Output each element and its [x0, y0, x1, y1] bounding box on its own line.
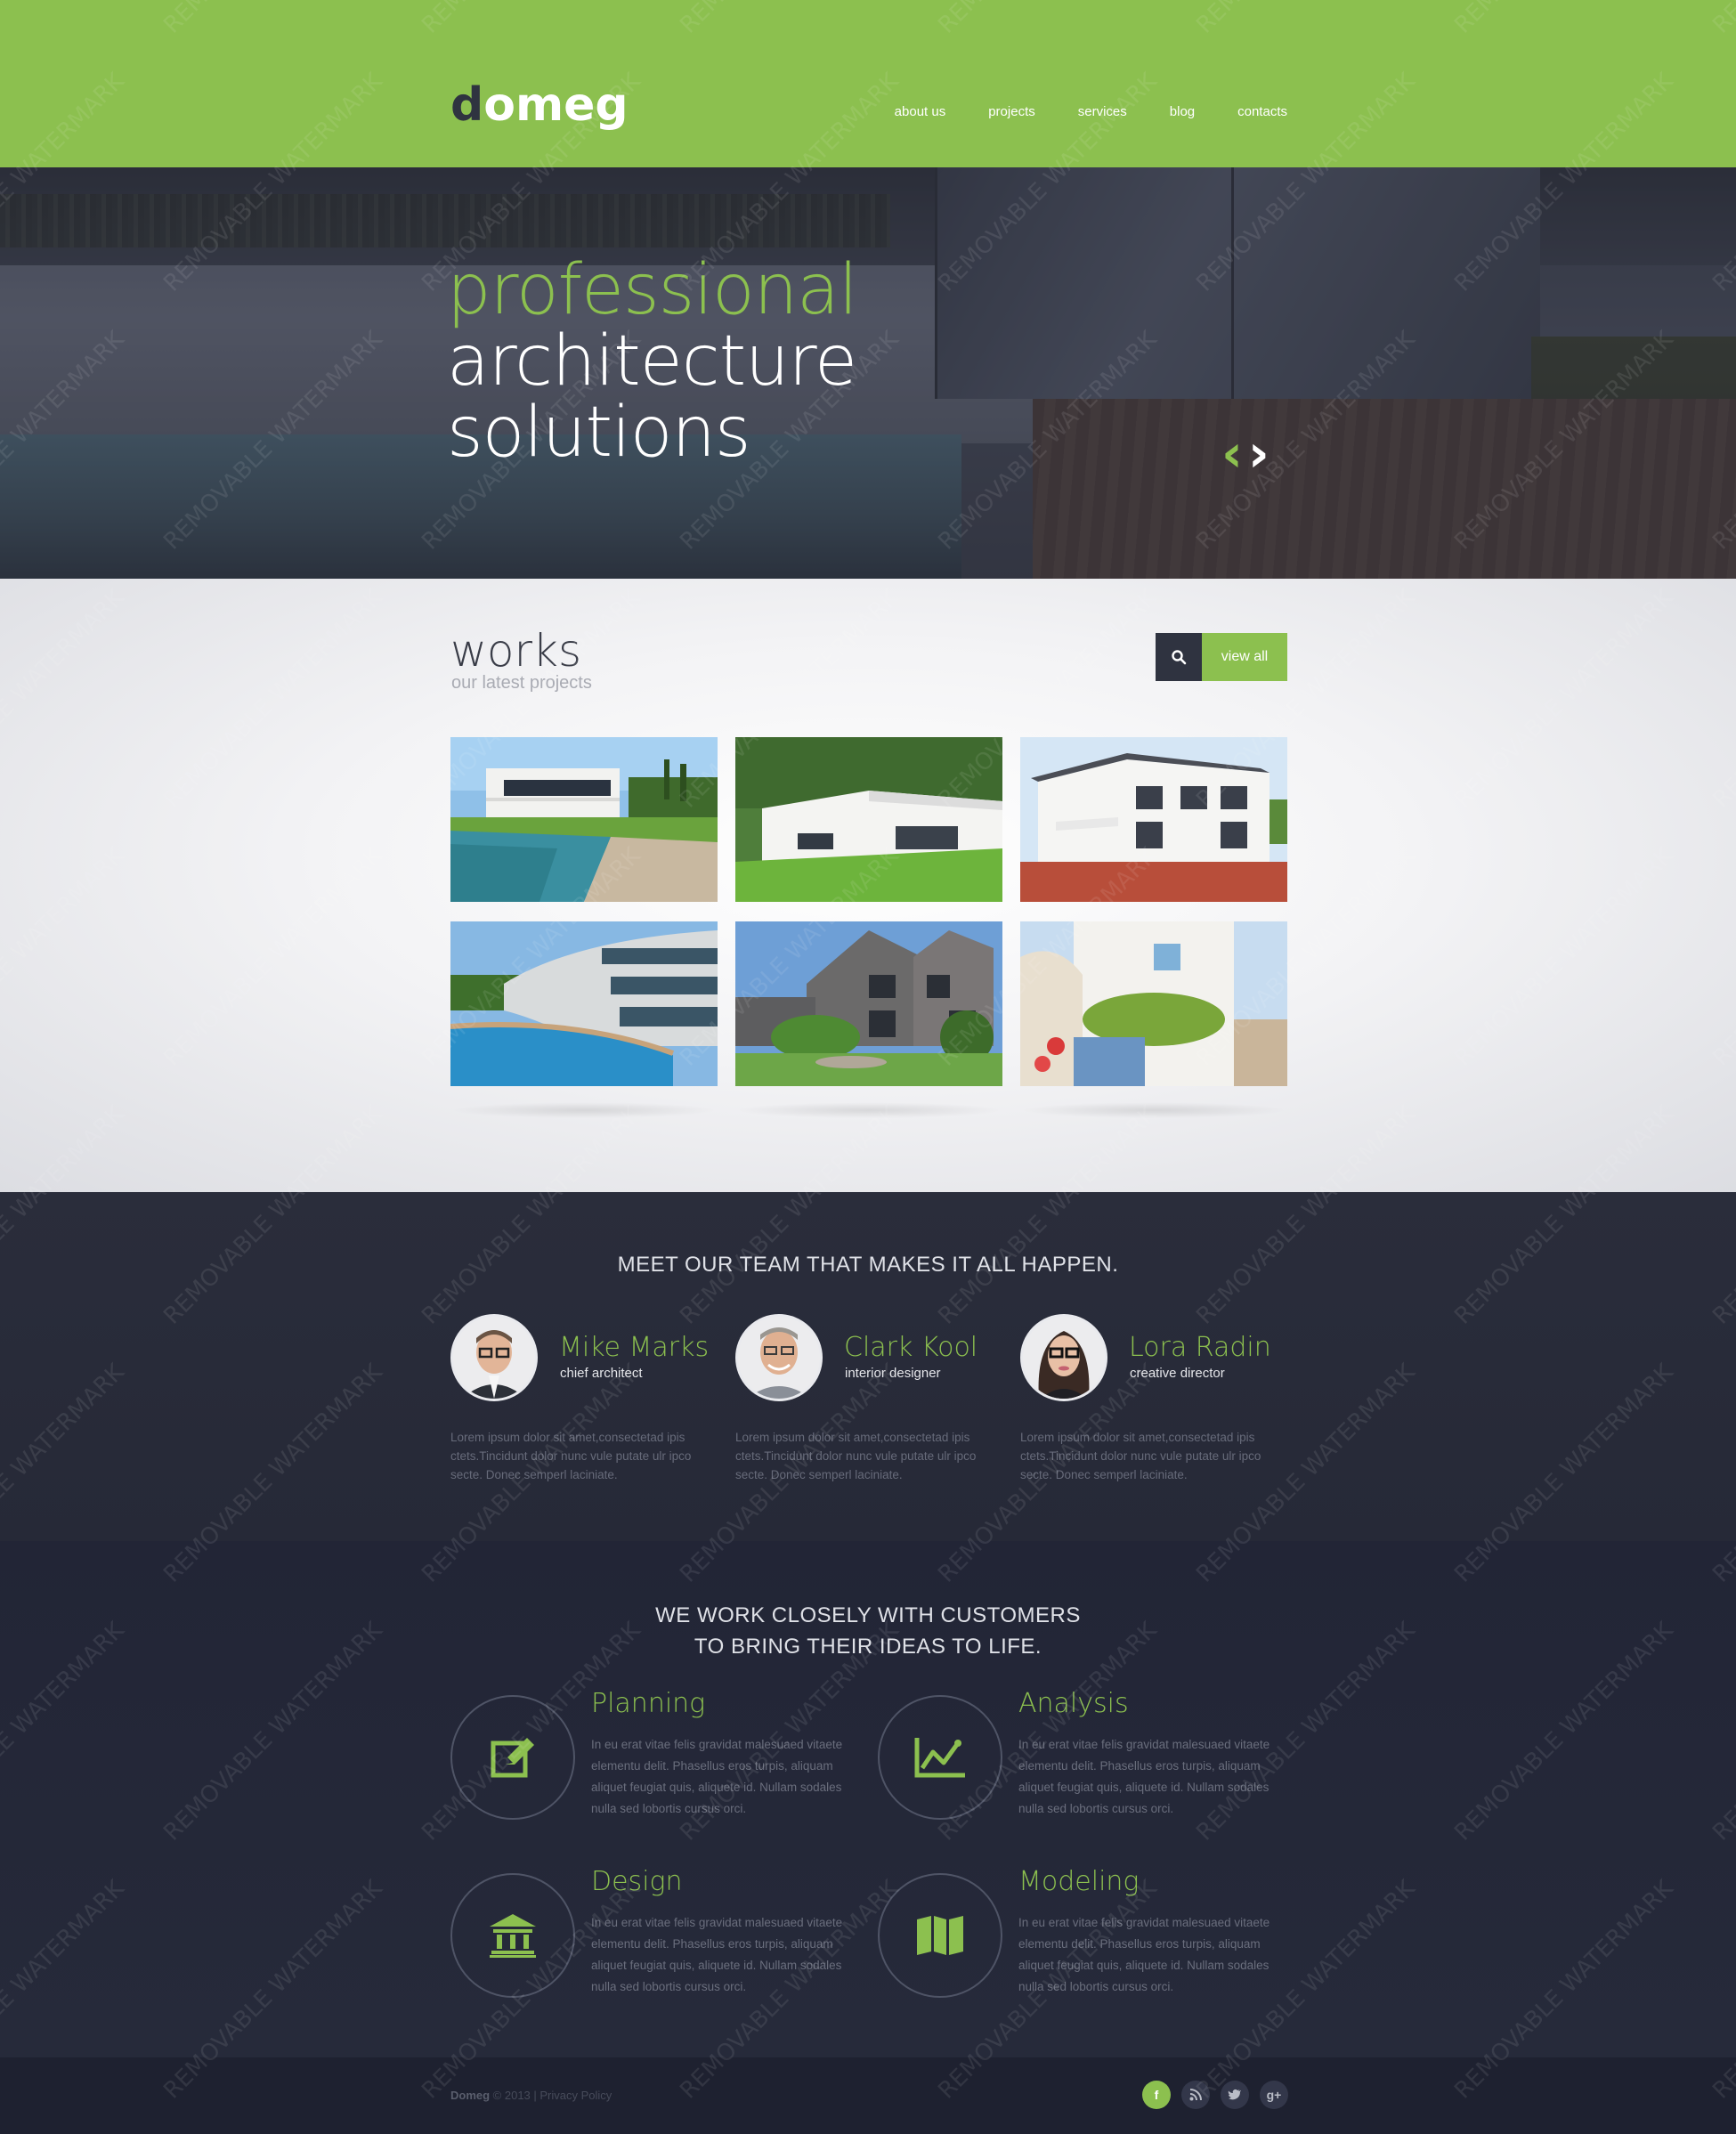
team-section: MEET OUR TEAM THAT MAKES IT ALL HAPPEN. … [0, 1192, 1736, 1541]
service-icon-circle[interactable] [450, 1873, 575, 1998]
works-buttons: view all [1156, 633, 1287, 681]
service-icon-circle[interactable] [878, 1695, 1002, 1820]
map-icon [917, 1916, 963, 1955]
member-role: chief architect [560, 1366, 643, 1381]
main-nav: about us projects services blog contacts [852, 104, 1287, 119]
site-logo[interactable]: domeg [450, 78, 629, 132]
copyright-text: © 2013 | [490, 2089, 540, 2102]
hero-line-1: professional [447, 250, 858, 330]
copyright: Domeg © 2013 | Privacy Policy [450, 2089, 612, 2102]
works-title: works [450, 625, 582, 677]
nav-services[interactable]: services [1078, 104, 1127, 119]
team-heading: MEET OUR TEAM THAT MAKES IT ALL HAPPEN. [617, 1253, 1119, 1277]
avatar[interactable] [735, 1314, 823, 1401]
member-role: creative director [1130, 1366, 1225, 1381]
view-all-button[interactable]: view all [1202, 633, 1287, 681]
works-subtitle: our latest projects [451, 673, 592, 693]
services-heading-line-2: TO BRING THEIR IDEAS TO LIFE. [694, 1635, 1042, 1659]
search-icon [1172, 650, 1187, 665]
project-thumb[interactable] [1020, 921, 1287, 1086]
member-bio: Lorem ipsum dolor sit amet,consectetad i… [450, 1431, 692, 1481]
nav-blog[interactable]: blog [1170, 104, 1195, 119]
avatar[interactable] [450, 1314, 538, 1401]
search-button[interactable] [1156, 633, 1202, 681]
line-chart-icon [914, 1738, 965, 1778]
works-gallery [450, 737, 1287, 1086]
gallery-shadow [1020, 1102, 1287, 1118]
service-title: Planning [591, 1688, 706, 1719]
service-text: In eu erat vitae felis gravidat malesuae… [1018, 1738, 1270, 1815]
hero-line-3: solutions [447, 393, 751, 473]
member-role: interior designer [845, 1366, 941, 1381]
service-title: Modeling [1018, 1866, 1140, 1897]
member-name: Mike Marks [559, 1332, 710, 1363]
rss-icon[interactable] [1181, 2081, 1210, 2109]
logo-letter: d [450, 78, 484, 132]
project-thumb[interactable] [1020, 737, 1287, 902]
hero-title: professional architecture solutions [447, 250, 858, 473]
member-name: Lora Radin [1129, 1332, 1271, 1363]
edit-icon [491, 1738, 534, 1778]
project-thumb[interactable] [450, 921, 718, 1086]
service-title: Analysis [1018, 1688, 1129, 1719]
services-heading: WE WORK CLOSELY WITH CUSTOMERS TO BRING T… [0, 1600, 1736, 1662]
chevron-right-icon[interactable]: › [1248, 427, 1270, 479]
service-title: Design [591, 1866, 683, 1897]
google-plus-icon[interactable]: g+ [1260, 2081, 1288, 2109]
service-text: In eu erat vitae felis gravidat malesuae… [591, 1916, 843, 1993]
member-name: Clark Kool [844, 1332, 978, 1363]
bank-icon [490, 1914, 536, 1958]
footer-brand: Domeg [450, 2089, 491, 2102]
nav-projects[interactable]: projects [988, 104, 1035, 119]
project-thumb[interactable] [735, 921, 1002, 1086]
services-section: WE WORK CLOSELY WITH CUSTOMERS TO BRING T… [0, 1541, 1736, 2057]
privacy-policy-link[interactable]: Privacy Policy [539, 2089, 612, 2102]
hero-slider: professional architecture solutions ‹ › [0, 167, 1736, 579]
project-thumb[interactable] [735, 737, 1002, 902]
gallery-shadow [450, 1102, 718, 1118]
nav-about-us[interactable]: about us [895, 104, 946, 119]
hero-overlay [0, 167, 1736, 579]
slider-arrows: ‹ › [1221, 427, 1270, 479]
project-thumb[interactable] [450, 737, 718, 902]
service-icon-circle[interactable] [450, 1695, 575, 1820]
services-heading-line-1: WE WORK CLOSELY WITH CUSTOMERS [655, 1603, 1081, 1627]
site-header: domeg about us projects services blog co… [0, 0, 1736, 167]
avatar[interactable] [1020, 1314, 1107, 1401]
nav-contacts[interactable]: contacts [1237, 104, 1287, 119]
social-links: f g+ [1142, 2081, 1288, 2109]
twitter-icon[interactable] [1221, 2081, 1249, 2109]
member-bio: Lorem ipsum dolor sit amet,consectetad i… [1020, 1431, 1261, 1481]
gallery-shadow [735, 1102, 1002, 1118]
chevron-left-icon[interactable]: ‹ [1221, 427, 1243, 479]
service-text: In eu erat vitae felis gravidat malesuae… [1018, 1916, 1270, 1993]
service-text: In eu erat vitae felis gravidat malesuae… [591, 1738, 843, 1815]
site-footer: Domeg © 2013 | Privacy Policy f g+ [0, 2057, 1736, 2134]
works-section: works our latest projects view all [0, 579, 1736, 1192]
logo-text: omeg [483, 78, 629, 132]
hero-line-2: architecture [447, 321, 857, 402]
facebook-icon[interactable]: f [1142, 2081, 1171, 2109]
service-icon-circle[interactable] [878, 1873, 1002, 1998]
member-bio: Lorem ipsum dolor sit amet,consectetad i… [735, 1431, 977, 1481]
